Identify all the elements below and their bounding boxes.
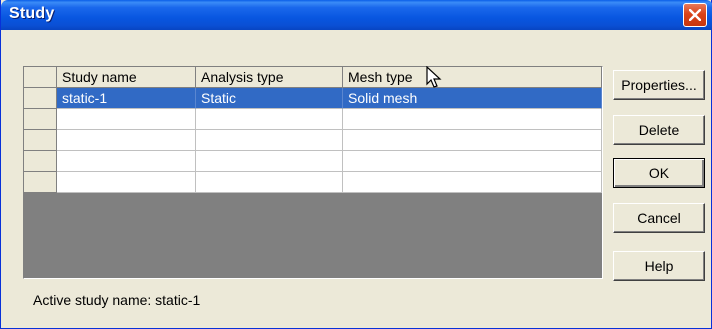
analysis-type-cell[interactable] bbox=[196, 109, 343, 130]
column-header-analysis-type[interactable]: Analysis type bbox=[196, 67, 343, 88]
row-header[interactable] bbox=[24, 109, 57, 130]
mesh-type-cell[interactable] bbox=[343, 130, 602, 151]
close-icon bbox=[689, 9, 701, 21]
row-header[interactable] bbox=[24, 130, 57, 151]
row-header[interactable] bbox=[24, 172, 57, 193]
study-name-cell[interactable] bbox=[57, 130, 196, 151]
table-row[interactable] bbox=[24, 109, 602, 130]
close-button[interactable] bbox=[683, 3, 707, 27]
mouse-pointer-icon bbox=[426, 66, 442, 88]
study-name-cell[interactable]: static-1 bbox=[57, 88, 196, 109]
column-header-study-name[interactable]: Study name bbox=[57, 67, 196, 88]
ok-button[interactable]: OK bbox=[613, 158, 705, 188]
cancel-button[interactable]: Cancel bbox=[613, 203, 705, 233]
delete-button[interactable]: Delete bbox=[613, 115, 705, 145]
study-name-cell[interactable] bbox=[57, 172, 196, 193]
table-row[interactable]: static-1 Static Solid mesh bbox=[24, 88, 602, 109]
analysis-type-cell[interactable] bbox=[196, 130, 343, 151]
active-study-value: static-1 bbox=[155, 292, 201, 308]
analysis-type-cell[interactable] bbox=[196, 172, 343, 193]
row-header[interactable] bbox=[24, 88, 57, 109]
title-bar[interactable]: Study bbox=[1, 0, 712, 30]
table-row[interactable] bbox=[24, 151, 602, 172]
active-study-status: Active study name: static-1 bbox=[33, 292, 200, 308]
mesh-type-cell[interactable] bbox=[343, 172, 602, 193]
help-button[interactable]: Help bbox=[613, 251, 705, 281]
mesh-type-cell[interactable] bbox=[343, 109, 602, 130]
active-study-label: Active study name: bbox=[33, 292, 152, 308]
study-grid[interactable]: Study name Analysis type Mesh type stati… bbox=[23, 66, 603, 279]
analysis-type-cell[interactable] bbox=[196, 151, 343, 172]
column-header-mesh-type[interactable]: Mesh type bbox=[343, 67, 602, 88]
mesh-type-cell[interactable] bbox=[343, 151, 602, 172]
analysis-type-cell[interactable]: Static bbox=[196, 88, 343, 109]
grid-header-row: Study name Analysis type Mesh type bbox=[24, 67, 602, 88]
properties-button[interactable]: Properties... bbox=[613, 70, 705, 100]
study-name-cell[interactable] bbox=[57, 151, 196, 172]
table-row[interactable] bbox=[24, 172, 602, 193]
study-dialog: Study Study name Analysis type Mesh type… bbox=[0, 0, 712, 329]
row-header[interactable] bbox=[24, 151, 57, 172]
mesh-type-cell[interactable]: Solid mesh bbox=[343, 88, 602, 109]
corner-header[interactable] bbox=[24, 67, 57, 88]
window-title: Study bbox=[9, 5, 55, 22]
study-name-cell[interactable] bbox=[57, 109, 196, 130]
table-row[interactable] bbox=[24, 130, 602, 151]
